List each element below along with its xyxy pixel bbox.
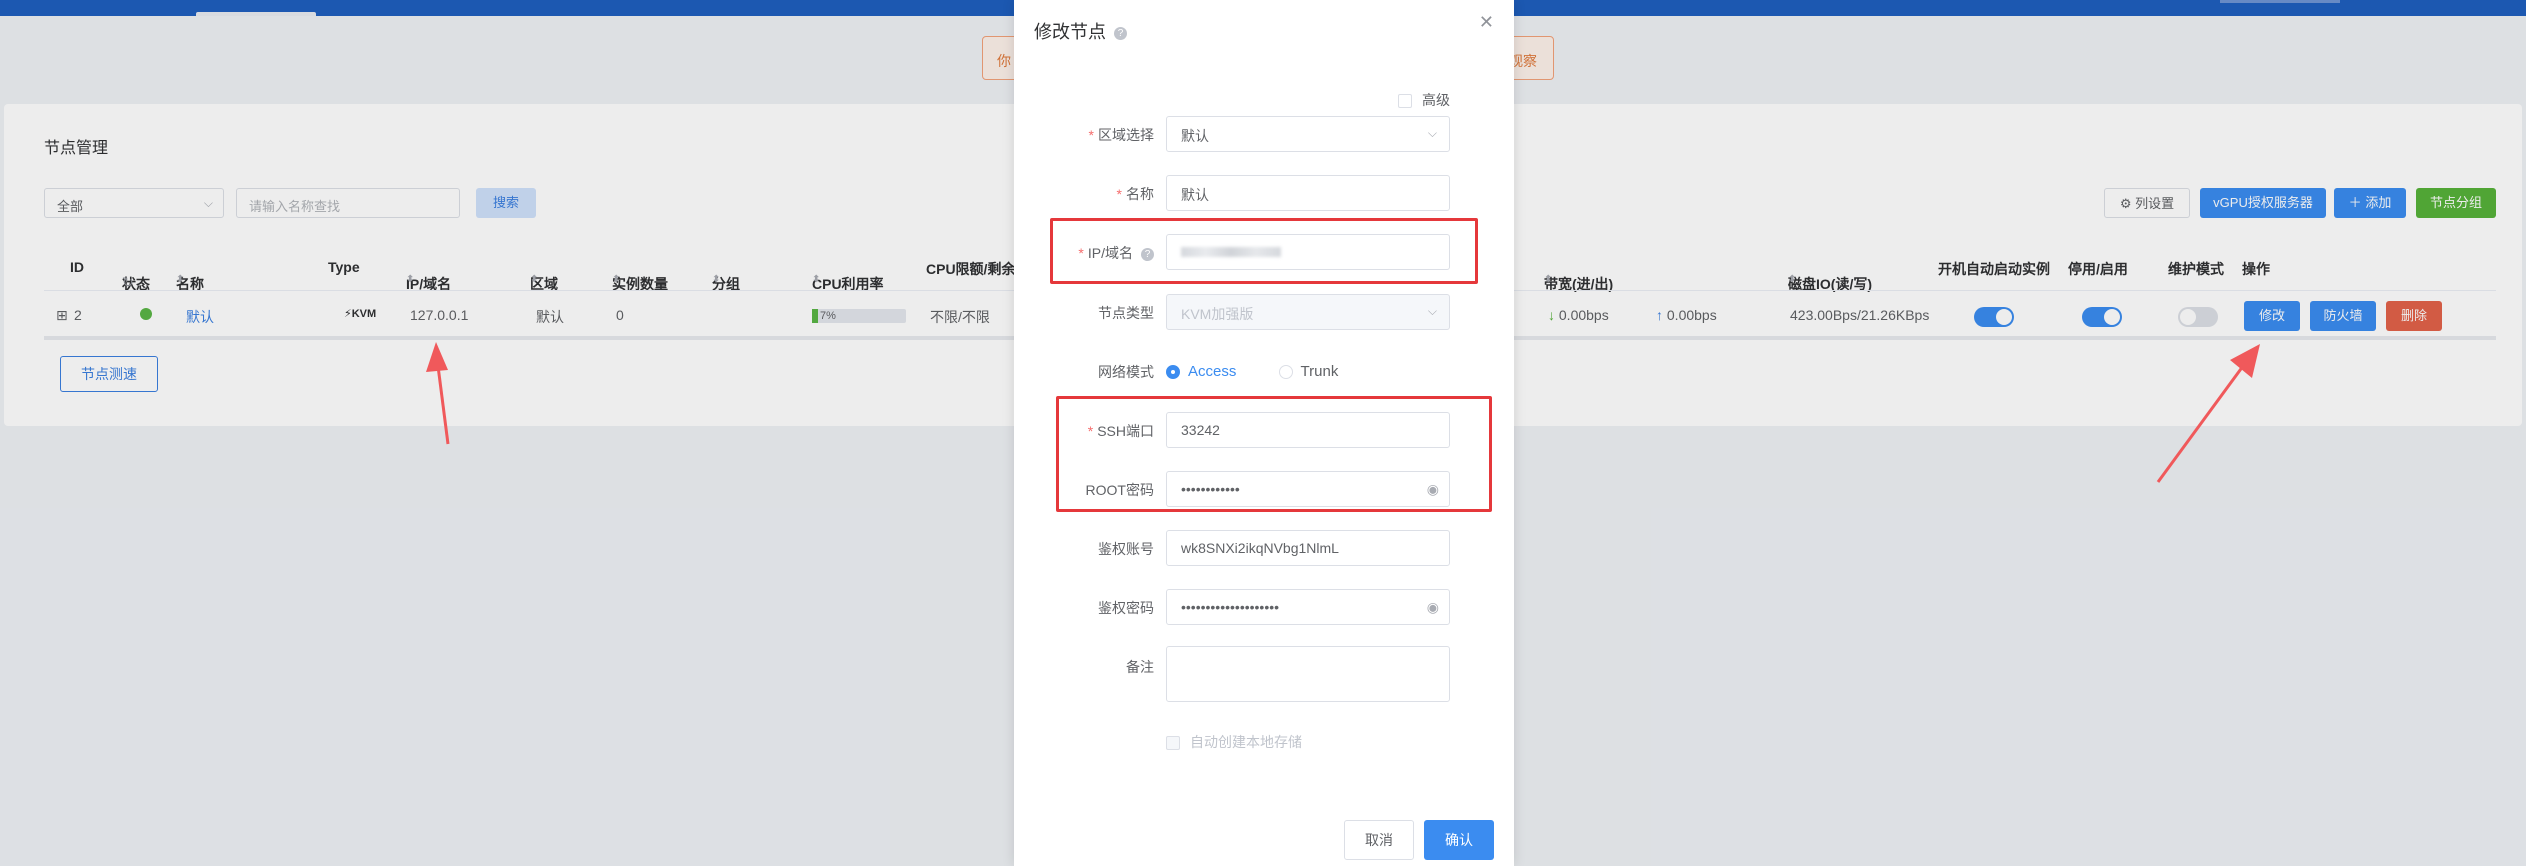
auto-create-storage-checkbox: 自动创建本地存储 [1166,732,1302,752]
chevron-down-icon: ⌵ [1427,126,1437,140]
annotation-arrow-edit [2156,344,2260,483]
region-select[interactable]: 默认 ⌵ [1166,116,1450,152]
region-select-value: 默认 [1181,128,1209,144]
close-icon[interactable]: ✕ [1479,12,1494,33]
name-input[interactable]: 默认 [1166,175,1450,211]
auth-password-input[interactable]: •••••••••••••••••••• ◉ [1166,589,1450,625]
network-mode-radio-group: Access Trunk [1166,362,1376,380]
node-type-label: 节点类型 [1098,305,1154,321]
highlight-box-ssh [1056,396,1492,512]
dialog-title-text: 修改节点 [1034,22,1106,42]
dialog-title: 修改节点? [1034,18,1127,44]
remark-textarea[interactable] [1166,646,1450,702]
name-label: * 名称 [1116,186,1154,202]
annotation-arrow-ip [426,342,450,445]
radio-access[interactable]: Access [1166,363,1236,380]
checkbox-disabled-icon [1166,736,1180,751]
radio-checked-icon [1166,364,1180,379]
checkbox-icon [1398,94,1412,109]
auth-password-label: 鉴权密码 [1098,600,1154,616]
radio-access-label: Access [1188,362,1237,380]
remark-label: 备注 [1126,659,1154,675]
highlight-box-ip [1050,218,1478,284]
auto-create-storage-label: 自动创建本地存储 [1190,734,1302,750]
network-mode-label: 网络模式 [1098,364,1154,380]
advanced-checkbox[interactable]: 高级 [1398,90,1450,110]
eye-icon[interactable]: ◉ [1427,599,1439,616]
advanced-label: 高级 [1422,92,1450,108]
node-type-value: KVM加强版 [1181,306,1254,322]
region-label-text: 区域选择 [1098,127,1154,143]
chevron-down-icon: ⌵ [1427,304,1437,318]
region-label: * 区域选择 [1088,127,1154,143]
radio-trunk-label: Trunk [1300,362,1339,380]
name-label-text: 名称 [1126,186,1154,202]
edit-node-dialog: 修改节点? ✕ 高级 * 区域选择 默认 ⌵ * 名称 默认 * IP/域名? 节点类型… [1014,0,1514,866]
auth-account-input[interactable]: wk8SNXi2ikqNVbg1NlmL [1166,530,1450,566]
node-type-select: KVM加强版 ⌵ [1166,294,1450,330]
auth-password-value: •••••••••••••••••••• [1181,599,1280,615]
radio-trunk[interactable]: Trunk [1278,362,1339,380]
auth-account-label: 鉴权账号 [1098,541,1154,557]
radio-unchecked-icon [1278,364,1293,379]
confirm-button[interactable]: 确认 [1424,820,1494,860]
help-icon[interactable]: ? [1114,26,1127,40]
cancel-button[interactable]: 取消 [1344,820,1414,860]
